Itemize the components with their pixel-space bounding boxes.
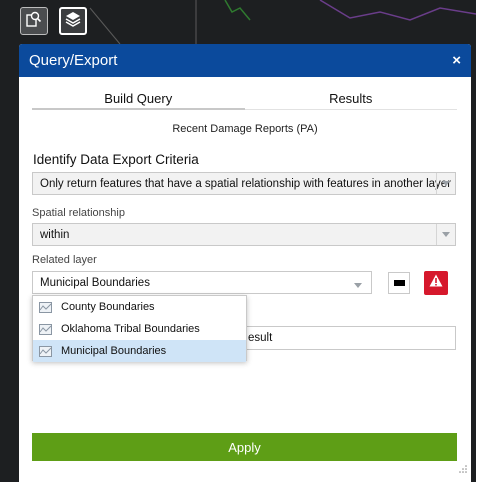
color-swatch-fill [393, 280, 405, 286]
warning-icon [429, 274, 443, 292]
dropdown-option-label: Municipal Boundaries [61, 345, 167, 357]
map-layer-icon [39, 301, 52, 313]
search-document-icon [25, 10, 43, 33]
dropdown-option-oklahoma-tribal-boundaries[interactable]: Oklahoma Tribal Boundaries [33, 318, 246, 340]
chevron-down-icon [436, 224, 455, 245]
layers-tool-button[interactable] [59, 7, 87, 35]
chevron-down-icon [436, 173, 455, 194]
tab-bar: Build Query Results [32, 88, 457, 110]
criteria-title: Identify Data Export Criteria [33, 152, 199, 167]
dropdown-option-label: Oklahoma Tribal Boundaries [61, 323, 200, 335]
spatial-relationship-select[interactable]: within [32, 223, 456, 246]
warning-button[interactable] [424, 271, 448, 295]
map-layer-icon [39, 323, 52, 335]
related-layer-label: Related layer [32, 254, 97, 266]
map-layer-icon [39, 345, 52, 357]
apply-button[interactable]: Apply [32, 433, 457, 461]
tab-results[interactable]: Results [244, 88, 457, 110]
criteria-select[interactable]: Only return features that have a spatial… [32, 172, 456, 195]
spatial-relationship-value: within [40, 228, 70, 241]
symbol-color-button[interactable] [388, 272, 410, 294]
dropdown-option-county-boundaries[interactable]: County Boundaries [33, 296, 246, 318]
panel-header: Query/Export × [19, 44, 471, 77]
panel-title: Query/Export [29, 52, 118, 69]
tab-build-query[interactable]: Build Query [32, 88, 245, 110]
resize-handle-icon[interactable] [459, 460, 467, 478]
chevron-down-icon [354, 279, 362, 291]
related-layer-select[interactable]: Municipal Boundaries [32, 271, 372, 294]
dropdown-option-municipal-boundaries[interactable]: Municipal Boundaries [33, 340, 246, 362]
query-tool-button[interactable] [20, 7, 48, 35]
spatial-relationship-label: Spatial relationship [32, 207, 125, 219]
dropdown-option-label: County Boundaries [61, 301, 155, 313]
related-layer-dropdown: County Boundaries Oklahoma Tribal Bounda… [32, 295, 247, 362]
related-layer-value: Municipal Boundaries [40, 276, 150, 289]
close-icon[interactable]: × [452, 52, 461, 69]
query-export-panel: Query/Export × Build Query Results Recen… [19, 44, 471, 482]
layer-name-label: Recent Damage Reports (PA) [172, 123, 318, 135]
layers-icon [64, 10, 82, 33]
criteria-select-value: Only return features that have a spatial… [40, 177, 452, 190]
